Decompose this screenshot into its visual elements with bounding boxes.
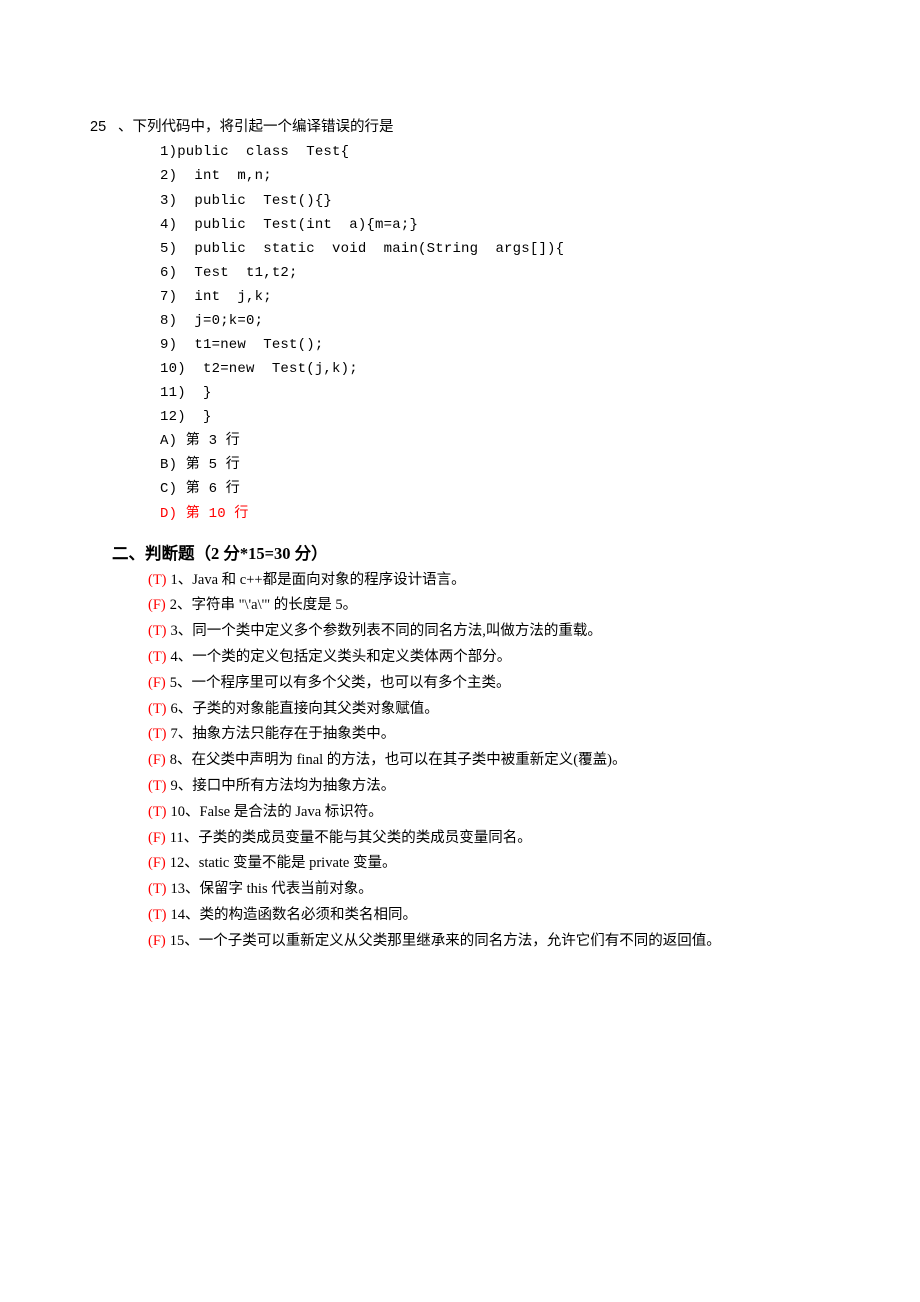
tf-text: 8、在父类中声明为 final 的方法，也可以在其子类中被重新定义(覆盖)。: [170, 748, 627, 774]
tf-mark: (F): [148, 851, 166, 877]
tf-text: 6、子类的对象能直接向其父类对象赋值。: [171, 697, 439, 723]
tf-item: (F)8、在父类中声明为 final 的方法，也可以在其子类中被重新定义(覆盖)…: [148, 748, 830, 774]
tf-mark: (F): [148, 748, 166, 774]
option-a: A) 第 3 行: [90, 429, 830, 453]
section-2-header: 二、判断题（2 分*15=30 分）: [90, 540, 830, 564]
tf-item: (T)13、保留字 this 代表当前对象。: [148, 877, 830, 903]
tf-mark: (T): [148, 903, 167, 929]
code-line: 9) t1=new Test();: [90, 333, 830, 357]
tf-mark: (F): [148, 671, 166, 697]
tf-text: 4、一个类的定义包括定义类头和定义类体两个部分。: [171, 645, 512, 671]
tf-mark: (T): [148, 774, 167, 800]
tf-item: (T)4、一个类的定义包括定义类头和定义类体两个部分。: [148, 645, 830, 671]
tf-mark: (T): [148, 877, 167, 903]
tf-text: 12、static 变量不能是 private 变量。: [170, 851, 397, 877]
tf-mark: (F): [148, 929, 166, 955]
tf-mark: (T): [148, 568, 167, 594]
tf-text: 2、字符串 "\'a\'" 的长度是 5。: [170, 593, 357, 619]
tf-text: 3、同一个类中定义多个参数列表不同的同名方法,叫做方法的重载。: [171, 619, 602, 645]
tf-mark: (T): [148, 697, 167, 723]
tf-mark: (T): [148, 645, 167, 671]
tf-item: (F)11、子类的类成员变量不能与其父类的类成员变量同名。: [148, 826, 830, 852]
question-number: 25: [90, 115, 118, 140]
tf-item: (F)12、static 变量不能是 private 变量。: [148, 851, 830, 877]
code-line: 2) int m,n;: [90, 164, 830, 188]
code-line: 11) }: [90, 381, 830, 405]
tf-item: (T)14、类的构造函数名必须和类名相同。: [148, 903, 830, 929]
question-25: 25 、 下列代码中，将引起一个编译错误的行是 1)public class T…: [90, 115, 830, 526]
page-content: 25 、 下列代码中，将引起一个编译错误的行是 1)public class T…: [0, 0, 920, 1055]
tf-mark: (T): [148, 619, 167, 645]
tf-text: 5、一个程序里可以有多个父类，也可以有多个主类。: [170, 671, 511, 697]
tf-item: (T)6、子类的对象能直接向其父类对象赋值。: [148, 697, 830, 723]
tf-text: 13、保留字 this 代表当前对象。: [171, 877, 373, 903]
tf-mark: (T): [148, 800, 167, 826]
code-line: 10) t2=new Test(j,k);: [90, 357, 830, 381]
question-25-stem: 25 、 下列代码中，将引起一个编译错误的行是: [90, 115, 830, 140]
tf-item: (T)9、接口中所有方法均为抽象方法。: [148, 774, 830, 800]
tf-item: (T)10、False 是合法的 Java 标识符。: [148, 800, 830, 826]
code-line: 12) }: [90, 405, 830, 429]
tf-text: 9、接口中所有方法均为抽象方法。: [171, 774, 396, 800]
tf-text: 7、抽象方法只能存在于抽象类中。: [171, 722, 396, 748]
tf-text: 10、False 是合法的 Java 标识符。: [171, 800, 383, 826]
code-line: 3) public Test(){}: [90, 189, 830, 213]
option-d-correct: D) 第 10 行: [90, 502, 830, 526]
question-sep: 、: [118, 115, 133, 140]
code-line: 4) public Test(int a){m=a;}: [90, 213, 830, 237]
tf-item: (T)7、抽象方法只能存在于抽象类中。: [148, 722, 830, 748]
tf-item: (T)1、Java 和 c++都是面向对象的程序设计语言。: [148, 568, 830, 594]
question-text: 下列代码中，将引起一个编译错误的行是: [133, 115, 394, 140]
tf-item: (T)3、同一个类中定义多个参数列表不同的同名方法,叫做方法的重载。: [148, 619, 830, 645]
tf-mark: (F): [148, 826, 166, 852]
tf-text: 15、一个子类可以重新定义从父类那里继承来的同名方法，允许它们有不同的返回值。: [170, 929, 721, 955]
tf-item: (F)15、一个子类可以重新定义从父类那里继承来的同名方法，允许它们有不同的返回…: [148, 929, 830, 955]
true-false-list: (T)1、Java 和 c++都是面向对象的程序设计语言。 (F)2、字符串 "…: [90, 568, 830, 955]
tf-mark: (F): [148, 593, 166, 619]
tf-text: 1、Java 和 c++都是面向对象的程序设计语言。: [171, 568, 466, 594]
option-c: C) 第 6 行: [90, 477, 830, 501]
code-line: 5) public static void main(String args[]…: [90, 237, 830, 261]
option-b: B) 第 5 行: [90, 453, 830, 477]
tf-item: (F)2、字符串 "\'a\'" 的长度是 5。: [148, 593, 830, 619]
code-line: 6) Test t1,t2;: [90, 261, 830, 285]
tf-mark: (T): [148, 722, 167, 748]
code-line: 8) j=0;k=0;: [90, 309, 830, 333]
tf-text: 11、子类的类成员变量不能与其父类的类成员变量同名。: [170, 826, 532, 852]
code-line: 1)public class Test{: [90, 140, 830, 164]
tf-item: (F)5、一个程序里可以有多个父类，也可以有多个主类。: [148, 671, 830, 697]
code-line: 7) int j,k;: [90, 285, 830, 309]
tf-text: 14、类的构造函数名必须和类名相同。: [171, 903, 418, 929]
